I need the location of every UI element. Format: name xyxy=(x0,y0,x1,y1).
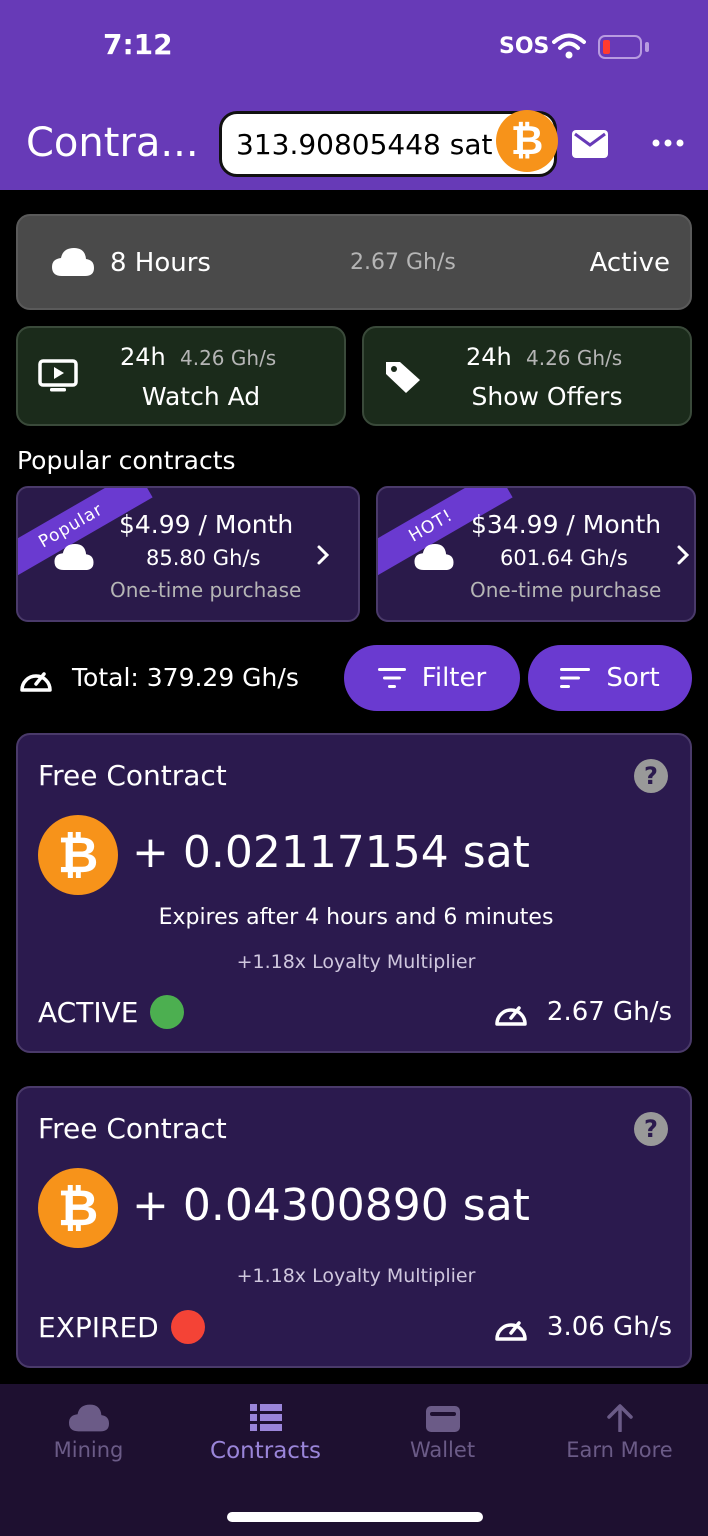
chevron-right-icon xyxy=(317,545,330,565)
boost-speed: 2.67 Gh/s xyxy=(350,250,456,275)
nav-label: Contracts xyxy=(210,1438,321,1464)
contract-state: ACTIVE xyxy=(38,995,185,1029)
state-label: ACTIVE xyxy=(38,995,139,1029)
sort-button[interactable]: Sort xyxy=(528,645,692,711)
list-icon xyxy=(249,1404,282,1431)
watch-ad-button[interactable]: 24h 4.26 Gh/s Watch Ad xyxy=(16,326,346,426)
speedometer-icon xyxy=(495,1006,527,1026)
contract-card[interactable]: Free Contract ? ₿ + 0.02117154 sat Expir… xyxy=(16,733,692,1053)
boost-state: Active xyxy=(589,248,670,278)
cloud-icon xyxy=(414,544,454,570)
nav-item-earn-more[interactable]: Earn More xyxy=(531,1404,708,1462)
contract-card[interactable]: Free Contract ? ₿ + 0.04300890 sat +1.18… xyxy=(16,1086,692,1368)
contract-type: One-time purchase xyxy=(470,578,662,602)
bitcoin-icon[interactable]: ₿ xyxy=(496,110,558,172)
chevron-right-icon xyxy=(677,545,690,565)
wifi-icon xyxy=(552,33,586,59)
popular-contract-card[interactable]: Popular $4.99 / Month 85.80 Gh/s One-tim… xyxy=(16,486,360,622)
contract-title: Free Contract xyxy=(38,1112,227,1145)
page-title: Contra... xyxy=(26,120,199,166)
nav-label: Earn More xyxy=(566,1438,673,1462)
nav-item-mining[interactable]: Mining xyxy=(0,1404,177,1462)
app-header: 7:12 SOS Contra... 313.90805448 sat ₿ xyxy=(0,0,708,190)
status-sos: SOS xyxy=(499,34,550,59)
mail-icon[interactable] xyxy=(572,130,608,158)
speedometer-icon xyxy=(495,1321,527,1341)
battery-tip xyxy=(645,42,649,52)
contract-speed: 601.64 Gh/s xyxy=(500,546,628,570)
speedometer-icon xyxy=(20,672,52,692)
cloud-icon xyxy=(52,248,94,276)
home-indicator[interactable] xyxy=(227,1512,483,1522)
boost-speed: 4.26 Gh/s xyxy=(526,346,623,370)
contract-price: $4.99 / Month xyxy=(119,510,294,539)
contract-speed: 85.80 Gh/s xyxy=(146,546,261,570)
contract-amount: + 0.02117154 sat xyxy=(132,827,530,878)
more-icon[interactable] xyxy=(652,137,684,149)
cloud-icon xyxy=(54,544,94,570)
status-dot xyxy=(150,995,185,1029)
wallet-icon xyxy=(425,1406,460,1432)
status-dot xyxy=(170,1310,205,1344)
bitcoin-icon: ₿ xyxy=(38,815,118,895)
nav-item-wallet[interactable]: Wallet xyxy=(354,1404,531,1462)
status-time: 7:12 xyxy=(103,28,173,61)
show-offers-button[interactable]: 24h 4.26 Gh/s Show Offers xyxy=(362,326,692,426)
battery-icon xyxy=(598,35,642,59)
contract-state: EXPIRED xyxy=(38,1310,205,1344)
sort-label: Sort xyxy=(606,663,660,693)
speed-value: 3.06 Gh/s xyxy=(546,1312,672,1342)
filter-button[interactable]: Filter xyxy=(344,645,520,711)
bitcoin-icon: ₿ xyxy=(38,1168,118,1248)
state-label: EXPIRED xyxy=(38,1310,159,1344)
contract-expires: Expires after 4 hours and 6 minutes xyxy=(158,905,554,930)
boost-duration: 24h xyxy=(466,343,512,371)
sort-icon xyxy=(560,668,591,688)
popular-title: Popular contracts xyxy=(17,446,236,475)
boost-label: Show Offers xyxy=(471,382,623,411)
contract-speed: 2.67 Gh/s xyxy=(493,997,672,1027)
boost-duration: 8 Hours xyxy=(110,248,211,278)
active-boost-card[interactable]: 8 Hours 2.67 Gh/s Active xyxy=(16,214,692,310)
speed-value: 2.67 Gh/s xyxy=(546,997,672,1027)
nav-item-contracts[interactable]: Contracts xyxy=(177,1404,354,1464)
nav-label: Wallet xyxy=(409,1438,476,1462)
loyalty-multiplier: +1.18x Loyalty Multiplier xyxy=(236,1265,476,1287)
contract-amount: + 0.04300890 sat xyxy=(132,1180,530,1231)
help-icon[interactable]: ? xyxy=(634,1112,668,1146)
nav-label: Mining xyxy=(53,1438,124,1462)
contract-speed: 3.06 Gh/s xyxy=(493,1312,672,1342)
boost-duration: 24h xyxy=(120,343,166,371)
cloud-icon xyxy=(68,1404,109,1432)
help-icon[interactable]: ? xyxy=(634,759,668,793)
contract-type: One-time purchase xyxy=(110,578,302,602)
filter-label: Filter xyxy=(421,663,487,693)
contract-price: $34.99 / Month xyxy=(471,510,662,539)
loyalty-multiplier: +1.18x Loyalty Multiplier xyxy=(236,951,476,973)
filter-icon xyxy=(377,668,406,688)
popular-contract-card[interactable]: HOT! $34.99 / Month 601.64 Gh/s One-time… xyxy=(376,486,696,622)
balance-value: 313.90805448 sat xyxy=(236,128,493,161)
total-hashrate: Total: 379.29 Gh/s xyxy=(72,663,299,692)
arrow-up-icon xyxy=(606,1404,633,1432)
boost-speed: 4.26 Gh/s xyxy=(180,346,277,370)
boost-label: Watch Ad xyxy=(141,382,261,411)
contract-title: Free Contract xyxy=(38,759,227,792)
